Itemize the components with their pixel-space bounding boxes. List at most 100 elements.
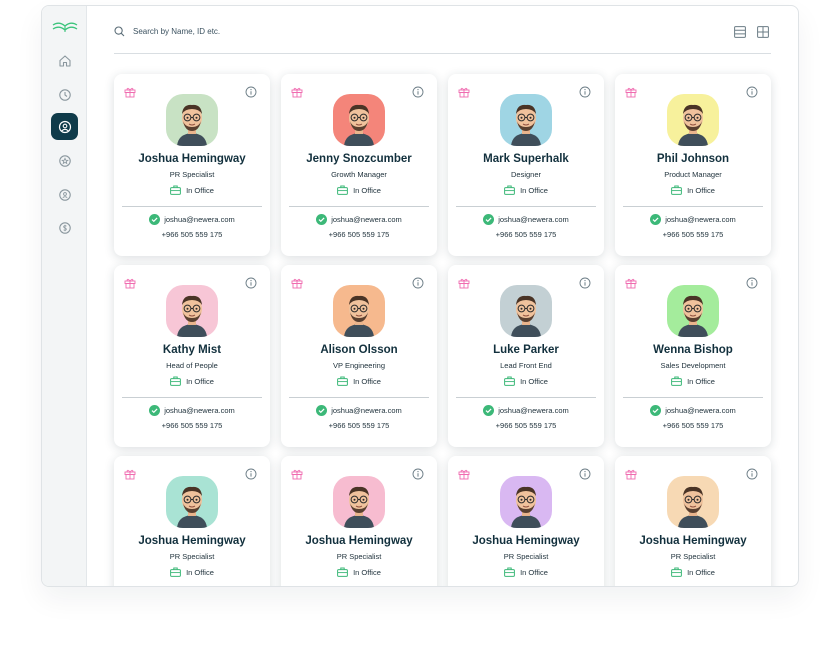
employee-name[interactable]: Joshua Hemingway: [615, 535, 771, 547]
info-icon[interactable]: [412, 468, 424, 480]
employee-card[interactable]: Luke Parker Lead Front End In Office jos…: [448, 265, 604, 447]
divider: [623, 206, 763, 207]
nav-payroll-button[interactable]: [51, 214, 78, 241]
gift-icon[interactable]: [291, 468, 303, 480]
phone-number[interactable]: +966 505 559 175: [114, 230, 270, 239]
nav-team-button[interactable]: [51, 181, 78, 208]
gift-icon[interactable]: [625, 86, 637, 98]
info-icon[interactable]: [412, 277, 424, 289]
user-circle-icon: [58, 120, 71, 133]
memoji-avatar-icon: [667, 285, 719, 337]
gift-icon[interactable]: [458, 468, 470, 480]
phone-number[interactable]: +966 505 559 175: [281, 230, 437, 239]
email-link[interactable]: joshua@newera.com: [498, 406, 569, 415]
employee-card[interactable]: Phil Johnson Product Manager In Office j…: [615, 74, 771, 256]
info-icon[interactable]: [579, 468, 591, 480]
employee-name[interactable]: Joshua Hemingway: [448, 535, 604, 547]
employee-name[interactable]: Mark Superhalk: [448, 153, 604, 165]
employee-card[interactable]: Kathy Mist Head of People In Office josh…: [114, 265, 270, 447]
info-icon[interactable]: [746, 277, 758, 289]
gift-icon[interactable]: [124, 277, 136, 289]
email-row: joshua@newera.com: [281, 405, 437, 416]
email-link[interactable]: joshua@newera.com: [164, 406, 235, 415]
memoji-avatar-icon: [166, 285, 218, 337]
employee-name[interactable]: Joshua Hemingway: [281, 535, 437, 547]
employee-card[interactable]: Joshua Hemingway PR Specialist In Office…: [448, 456, 604, 586]
employee-card[interactable]: Alison Olsson VP Engineering In Office j…: [281, 265, 437, 447]
avatar: [333, 94, 385, 146]
employee-name[interactable]: Phil Johnson: [615, 153, 771, 165]
status-badge: In Office: [281, 185, 437, 195]
email-link[interactable]: joshua@newera.com: [331, 215, 402, 224]
info-icon[interactable]: [245, 468, 257, 480]
briefcase-icon: [170, 376, 181, 386]
search-bar: [114, 24, 771, 54]
gift-icon[interactable]: [291, 277, 303, 289]
avatar: [500, 285, 552, 337]
employee-card[interactable]: Joshua Hemingway PR Specialist In Office…: [114, 74, 270, 256]
email-link[interactable]: joshua@newera.com: [331, 406, 402, 415]
employee-role: PR Specialist: [169, 552, 215, 561]
main-content: Joshua Hemingway PR Specialist In Office…: [87, 6, 798, 586]
employee-role: PR Specialist: [503, 552, 549, 561]
phone-number[interactable]: +966 505 559 175: [615, 421, 771, 430]
info-icon[interactable]: [245, 277, 257, 289]
memoji-avatar-icon: [500, 285, 552, 337]
status-label: In Office: [186, 567, 214, 577]
employee-role: Product Manager: [664, 170, 722, 179]
gift-icon[interactable]: [124, 86, 136, 98]
info-icon[interactable]: [746, 468, 758, 480]
search-input[interactable]: [133, 27, 533, 36]
employee-card[interactable]: Joshua Hemingway PR Specialist In Office…: [114, 456, 270, 586]
memoji-avatar-icon: [500, 476, 552, 528]
employee-name[interactable]: Wenna Bishop: [615, 344, 771, 356]
employee-name[interactable]: Alison Olsson: [281, 344, 437, 356]
nav-home-button[interactable]: [51, 47, 78, 74]
employee-name[interactable]: Jenny Snozcumber: [281, 153, 437, 165]
gift-icon[interactable]: [458, 277, 470, 289]
info-icon[interactable]: [579, 86, 591, 98]
phone-number[interactable]: +966 505 559 175: [615, 230, 771, 239]
employee-name[interactable]: Luke Parker: [448, 344, 604, 356]
email-link[interactable]: joshua@newera.com: [164, 215, 235, 224]
email-link[interactable]: joshua@newera.com: [665, 215, 736, 224]
check-circle-icon: [149, 405, 161, 416]
employee-card[interactable]: Wenna Bishop Sales Development In Office…: [615, 265, 771, 447]
employee-name[interactable]: Joshua Hemingway: [114, 153, 270, 165]
phone-number[interactable]: +966 505 559 175: [448, 230, 604, 239]
gift-icon[interactable]: [124, 468, 136, 480]
gift-icon[interactable]: [625, 277, 637, 289]
employee-name[interactable]: Joshua Hemingway: [114, 535, 270, 547]
status-label: In Office: [687, 185, 715, 195]
nav-history-button[interactable]: [51, 81, 78, 108]
employee-card[interactable]: Joshua Hemingway PR Specialist In Office…: [281, 456, 437, 586]
sidebar: [42, 6, 87, 586]
employee-card[interactable]: Joshua Hemingway PR Specialist In Office…: [615, 456, 771, 586]
gift-icon[interactable]: [625, 468, 637, 480]
email-link[interactable]: joshua@newera.com: [665, 406, 736, 415]
info-icon[interactable]: [245, 86, 257, 98]
grid-view-icon[interactable]: [757, 26, 769, 38]
star-icon: [58, 154, 71, 167]
info-icon[interactable]: [412, 86, 424, 98]
info-icon[interactable]: [579, 277, 591, 289]
briefcase-icon: [170, 567, 181, 577]
phone-number[interactable]: +966 505 559 175: [448, 421, 604, 430]
gift-icon[interactable]: [458, 86, 470, 98]
dollar-icon: [58, 221, 71, 234]
employee-role: Head of People: [166, 361, 218, 370]
employee-card[interactable]: Mark Superhalk Designer In Office joshua…: [448, 74, 604, 256]
phone-number[interactable]: +966 505 559 175: [281, 421, 437, 430]
employee-name[interactable]: Kathy Mist: [114, 344, 270, 356]
phone-number[interactable]: +966 505 559 175: [114, 421, 270, 430]
email-row: joshua@newera.com: [615, 405, 771, 416]
nav-favorites-button[interactable]: [51, 147, 78, 174]
briefcase-icon: [337, 567, 348, 577]
email-link[interactable]: joshua@newera.com: [498, 215, 569, 224]
memoji-avatar-icon: [333, 285, 385, 337]
list-view-icon[interactable]: [734, 26, 746, 38]
nav-people-button[interactable]: [51, 113, 78, 140]
gift-icon[interactable]: [291, 86, 303, 98]
info-icon[interactable]: [746, 86, 758, 98]
employee-card[interactable]: Jenny Snozcumber Growth Manager In Offic…: [281, 74, 437, 256]
